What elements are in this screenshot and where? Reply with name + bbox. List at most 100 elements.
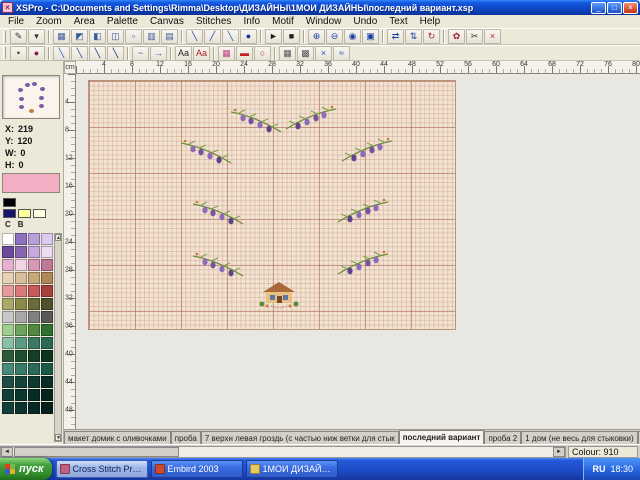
palette-swatch[interactable] bbox=[41, 363, 53, 375]
palette-swatch[interactable] bbox=[2, 246, 14, 258]
palette-swatch[interactable] bbox=[15, 350, 27, 362]
palette-scroll-up-icon[interactable]: ▲ bbox=[55, 234, 61, 241]
pencil-tool-icon[interactable]: ✎ bbox=[10, 29, 27, 44]
palette-swatch[interactable] bbox=[2, 259, 14, 271]
palette-swatch[interactable] bbox=[28, 389, 40, 401]
thick-line-icon[interactable]: ╲ bbox=[89, 46, 106, 61]
zoom-actual-icon[interactable]: ◉ bbox=[344, 29, 361, 44]
double-line-icon[interactable]: ╲ bbox=[107, 46, 124, 61]
curve-line-icon[interactable]: ~ bbox=[132, 46, 149, 61]
palette-swatch[interactable] bbox=[15, 259, 27, 271]
palette-swatch[interactable] bbox=[15, 337, 27, 349]
palette-swatch[interactable] bbox=[15, 233, 27, 245]
toolbar-grip[interactable] bbox=[3, 47, 6, 59]
palette-swatch[interactable] bbox=[15, 298, 27, 310]
palette-swatch[interactable] bbox=[2, 337, 14, 349]
palette-swatch[interactable] bbox=[15, 389, 27, 401]
zoom-out-icon[interactable]: ⊖ bbox=[326, 29, 343, 44]
palette-swatch[interactable] bbox=[15, 363, 27, 375]
taskbar-task[interactable]: 1МОИ ДИЗАЙНЫ bbox=[246, 460, 338, 478]
menu-item-zoom[interactable]: Zoom bbox=[30, 16, 68, 27]
scroll-left-icon[interactable]: ◄ bbox=[1, 447, 13, 457]
half-stitch-icon[interactable]: ◩ bbox=[71, 29, 88, 44]
menu-item-help[interactable]: Help bbox=[414, 16, 447, 27]
quarter-stitch-icon[interactable]: ◧ bbox=[89, 29, 106, 44]
minimize-button[interactable]: _ bbox=[591, 2, 606, 14]
palette-swatch[interactable] bbox=[15, 376, 27, 388]
palette-swatch[interactable] bbox=[2, 350, 14, 362]
palette-swatch[interactable] bbox=[2, 272, 14, 284]
outline-circle-icon[interactable]: ○ bbox=[254, 46, 271, 61]
olive-branch-motif[interactable] bbox=[229, 107, 284, 137]
palette-swatch[interactable] bbox=[41, 272, 53, 284]
palette-swatch[interactable] bbox=[28, 233, 40, 245]
rotate-icon[interactable]: ↻ bbox=[423, 29, 440, 44]
palette-editor-icon[interactable]: ▦ bbox=[218, 46, 235, 61]
small-grid-icon[interactable]: ▦ bbox=[279, 46, 296, 61]
palette-swatch[interactable] bbox=[15, 272, 27, 284]
menu-item-info[interactable]: Info bbox=[237, 16, 266, 27]
quick-swatch[interactable] bbox=[33, 209, 46, 218]
full-stitch-icon[interactable]: ▦ bbox=[53, 29, 70, 44]
palette-swatch[interactable] bbox=[41, 233, 53, 245]
palette-swatch[interactable] bbox=[41, 337, 53, 349]
palette-swatch[interactable] bbox=[41, 350, 53, 362]
french-knot-icon[interactable]: ● bbox=[240, 29, 257, 44]
knot-small-icon[interactable]: • bbox=[10, 46, 27, 61]
palette-swatch[interactable] bbox=[28, 350, 40, 362]
menu-item-file[interactable]: File bbox=[2, 16, 30, 27]
palette-swatch[interactable] bbox=[41, 285, 53, 297]
palette-swatch[interactable] bbox=[41, 324, 53, 336]
arrow-line-icon[interactable]: → bbox=[150, 46, 167, 61]
palette-swatch[interactable] bbox=[41, 298, 53, 310]
olive-branch-motif[interactable] bbox=[283, 104, 338, 134]
palette-swatch[interactable] bbox=[15, 402, 27, 414]
menu-item-window[interactable]: Window bbox=[300, 16, 348, 27]
palette-swatch[interactable] bbox=[2, 233, 14, 245]
menu-item-area[interactable]: Area bbox=[68, 16, 101, 27]
scroll-right-icon[interactable]: ► bbox=[553, 447, 565, 457]
palette-swatch[interactable] bbox=[28, 363, 40, 375]
palette-swatch[interactable] bbox=[2, 389, 14, 401]
pattern-tab[interactable]: проба 2 bbox=[484, 431, 521, 444]
palette-swatch[interactable] bbox=[15, 311, 27, 323]
quick-swatch[interactable] bbox=[3, 198, 16, 207]
pattern-tab[interactable]: 1 дом (не весь для стыковки) bbox=[521, 431, 638, 444]
olive-branch-motif[interactable] bbox=[335, 197, 390, 227]
menu-item-motif[interactable]: Motif bbox=[266, 16, 300, 27]
pattern-tab[interactable]: макет домик с оливочками bbox=[64, 431, 171, 444]
palette-swatch[interactable] bbox=[15, 285, 27, 297]
vertical-half-stitch-icon[interactable]: ▥ bbox=[143, 29, 160, 44]
start-button[interactable]: пуск bbox=[0, 458, 52, 480]
menu-item-palette[interactable]: Palette bbox=[101, 16, 144, 27]
palette-swatch[interactable] bbox=[2, 363, 14, 375]
pattern-tab[interactable]: проба bbox=[171, 431, 201, 444]
thin-line-icon[interactable]: ╲ bbox=[53, 46, 70, 61]
three-quarter-stitch-icon[interactable]: ◫ bbox=[107, 29, 124, 44]
palette-swatch[interactable] bbox=[28, 285, 40, 297]
motif-library-icon[interactable]: ✿ bbox=[448, 29, 465, 44]
longstitch-icon[interactable]: ╲ bbox=[222, 29, 239, 44]
menu-item-stitches[interactable]: Stitches bbox=[190, 16, 238, 27]
language-indicator[interactable]: RU bbox=[592, 464, 605, 474]
palette-swatch[interactable] bbox=[41, 376, 53, 388]
medium-line-icon[interactable]: ╲ bbox=[71, 46, 88, 61]
palette-scroll-down-icon[interactable]: ▼ bbox=[55, 434, 61, 441]
quick-swatch[interactable] bbox=[18, 209, 31, 218]
stitch-canvas[interactable] bbox=[88, 80, 456, 330]
close-button[interactable]: × bbox=[623, 2, 638, 14]
large-grid-icon[interactable]: ▩ bbox=[297, 46, 314, 61]
horizontal-half-stitch-icon[interactable]: ▤ bbox=[161, 29, 178, 44]
backstitch-icon[interactable]: ╲ bbox=[186, 29, 203, 44]
palette-swatch[interactable] bbox=[28, 402, 40, 414]
horizontal-scrollbar[interactable]: ◄ ► bbox=[0, 446, 566, 458]
palette-scrollbar[interactable]: ▲ ▼ bbox=[54, 233, 62, 442]
wave-tool-icon[interactable]: ≈ bbox=[333, 46, 350, 61]
palette-swatch[interactable] bbox=[28, 337, 40, 349]
zoom-in-icon[interactable]: ⊕ bbox=[308, 29, 325, 44]
text-color-icon[interactable]: Aa bbox=[193, 46, 210, 61]
toolbar-grip[interactable] bbox=[3, 31, 6, 43]
palette-swatch[interactable] bbox=[28, 272, 40, 284]
palette-swatch[interactable] bbox=[2, 324, 14, 336]
palette-swatch[interactable] bbox=[41, 311, 53, 323]
